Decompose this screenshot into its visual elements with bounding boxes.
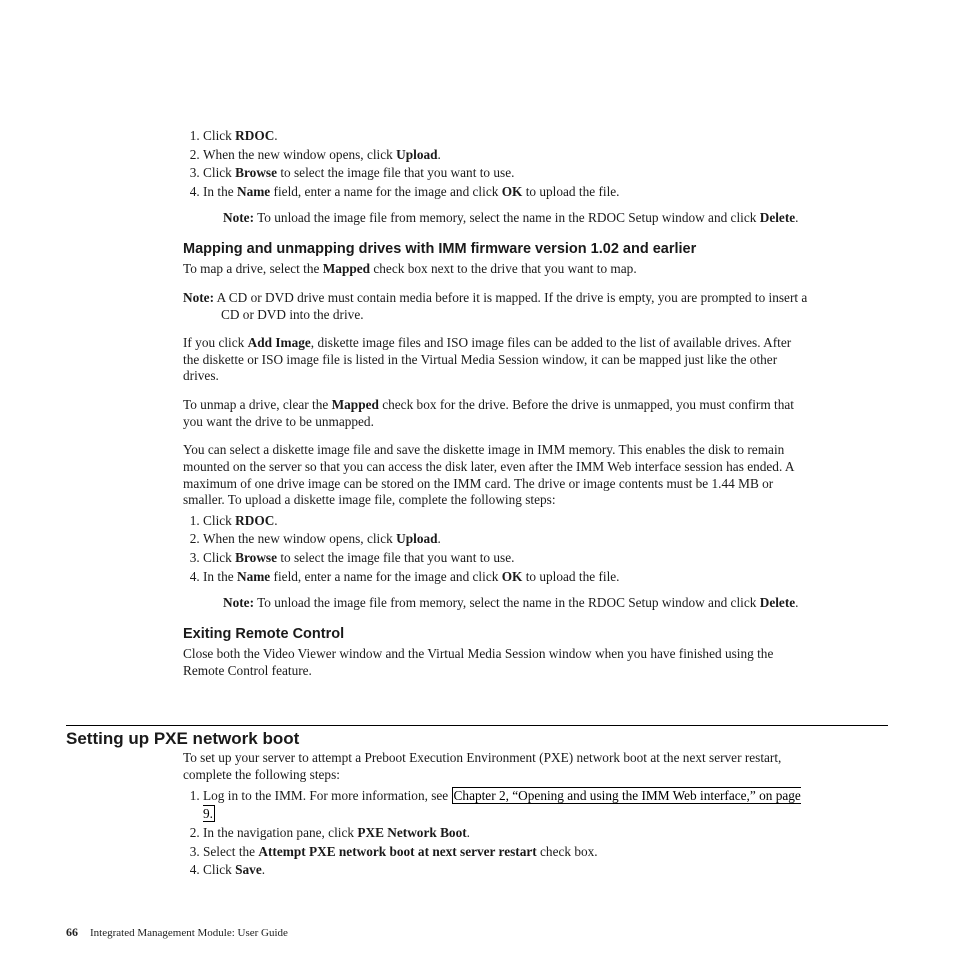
text: To unload the image file from memory, se… bbox=[254, 595, 760, 610]
bold: Delete bbox=[760, 595, 795, 610]
text: . bbox=[795, 210, 798, 225]
note-label: Note: bbox=[223, 595, 254, 610]
map-note: Note: A CD or DVD drive must contain med… bbox=[183, 290, 808, 323]
text: to select the image file that you want t… bbox=[277, 165, 514, 180]
steps-list-pxe: Log in to the IMM. For more information,… bbox=[183, 787, 808, 881]
step-a4: In the Name field, enter a name for the … bbox=[203, 184, 808, 229]
upper-steps-block: Click RDOC. When the new window opens, c… bbox=[183, 128, 808, 691]
text: Select the bbox=[203, 844, 258, 859]
text: Click bbox=[203, 165, 235, 180]
text: to upload the file. bbox=[522, 569, 619, 584]
page: Click RDOC. When the new window opens, c… bbox=[0, 0, 954, 954]
text: field, enter a name for the image and cl… bbox=[270, 569, 501, 584]
text: . bbox=[262, 862, 265, 877]
text: When the new window opens, click bbox=[203, 531, 396, 546]
step-pxe1: Log in to the IMM. For more information,… bbox=[203, 787, 808, 825]
page-number: 66 bbox=[66, 925, 78, 939]
text: to upload the file. bbox=[522, 184, 619, 199]
note-label: Note: bbox=[223, 210, 254, 225]
heading-exiting: Exiting Remote Control bbox=[183, 626, 808, 643]
page-footer: 66 Integrated Management Module: User Gui… bbox=[66, 925, 866, 940]
step-a3: Click Browse to select the image file th… bbox=[203, 165, 808, 184]
step-pxe4: Click Save. bbox=[203, 862, 808, 881]
text: . bbox=[438, 531, 441, 546]
pxe-intro: To set up your server to attempt a Prebo… bbox=[183, 750, 808, 783]
text: In the bbox=[203, 184, 237, 199]
text: Click bbox=[203, 862, 235, 877]
text: . bbox=[467, 825, 470, 840]
exit-p: Close both the Video Viewer window and t… bbox=[183, 646, 808, 679]
text: A CD or DVD drive must contain media bef… bbox=[214, 290, 807, 322]
text: Click bbox=[203, 550, 235, 565]
text: field, enter a name for the image and cl… bbox=[270, 184, 501, 199]
map-p2: If you click Add Image, diskette image f… bbox=[183, 335, 808, 385]
step-b4: In the Name field, enter a name for the … bbox=[203, 569, 808, 614]
bold: Mapped bbox=[332, 397, 379, 412]
steps-list-b: Click RDOC. When the new window opens, c… bbox=[183, 513, 808, 614]
text: If you click bbox=[183, 335, 248, 350]
bold: PXE Network Boot bbox=[357, 825, 466, 840]
step-a1: Click RDOC. bbox=[203, 128, 808, 147]
bold: Browse bbox=[235, 165, 277, 180]
text: To map a drive, select the bbox=[183, 261, 323, 276]
note-b: Note: To unload the image file from memo… bbox=[223, 595, 808, 612]
text: check box next to the drive that you wan… bbox=[370, 261, 637, 276]
heading-mapping: Mapping and unmapping drives with IMM fi… bbox=[183, 241, 808, 258]
bold: Save bbox=[235, 862, 262, 877]
bold: Delete bbox=[760, 210, 795, 225]
bold: Upload bbox=[396, 147, 437, 162]
steps-list-a: Click RDOC. When the new window opens, c… bbox=[183, 128, 808, 229]
pxe-block: To set up your server to attempt a Prebo… bbox=[183, 750, 808, 891]
text: To unmap a drive, clear the bbox=[183, 397, 332, 412]
bold: Mapped bbox=[323, 261, 370, 276]
map-p3: To unmap a drive, clear the Mapped check… bbox=[183, 397, 808, 430]
text: In the bbox=[203, 569, 237, 584]
bold: Add Image bbox=[248, 335, 311, 350]
footer-title: Integrated Management Module: User Guide bbox=[90, 927, 288, 939]
text: When the new window opens, click bbox=[203, 147, 396, 162]
text: . bbox=[795, 595, 798, 610]
bold: Attempt PXE network boot at next server … bbox=[258, 844, 536, 859]
text: . bbox=[438, 147, 441, 162]
note-label: Note: bbox=[183, 290, 214, 305]
text: Click bbox=[203, 513, 235, 528]
bold: RDOC bbox=[235, 513, 274, 528]
bold: RDOC bbox=[235, 128, 274, 143]
map-p4: You can select a diskette image file and… bbox=[183, 442, 808, 508]
bold: Upload bbox=[396, 531, 437, 546]
step-b2: When the new window opens, click Upload. bbox=[203, 531, 808, 550]
text: Log in to the IMM. For more information,… bbox=[203, 788, 452, 803]
step-b1: Click RDOC. bbox=[203, 513, 808, 532]
text: In the navigation pane, click bbox=[203, 825, 357, 840]
text: to select the image file that you want t… bbox=[277, 550, 514, 565]
text: . bbox=[274, 513, 277, 528]
bold: Browse bbox=[235, 550, 277, 565]
bold: Name bbox=[237, 569, 270, 584]
text: Click bbox=[203, 128, 235, 143]
map-p1: To map a drive, select the Mapped check … bbox=[183, 261, 808, 278]
step-a2: When the new window opens, click Upload. bbox=[203, 147, 808, 166]
text: check box. bbox=[537, 844, 598, 859]
heading-pxe: Setting up PXE network boot bbox=[66, 729, 888, 749]
bold: OK bbox=[502, 569, 523, 584]
step-pxe3: Select the Attempt PXE network boot at n… bbox=[203, 844, 808, 863]
text: . bbox=[274, 128, 277, 143]
text: To unload the image file from memory, se… bbox=[254, 210, 760, 225]
step-b3: Click Browse to select the image file th… bbox=[203, 550, 808, 569]
bold: OK bbox=[502, 184, 523, 199]
bold: Name bbox=[237, 184, 270, 199]
step-pxe2: In the navigation pane, click PXE Networ… bbox=[203, 825, 808, 844]
note-a: Note: To unload the image file from memo… bbox=[223, 210, 808, 227]
